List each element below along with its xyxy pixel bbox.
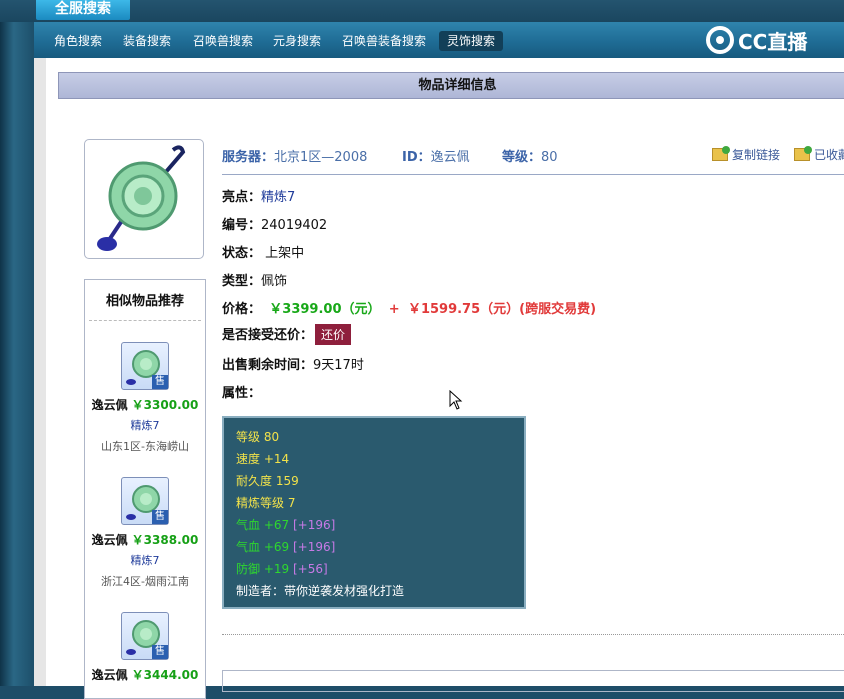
server-value: 北京1区—2008 [274,150,368,165]
item-header: 服务器：北京1区—2008 ID：逸云佩 等级：80 复制链接 已收藏 [222,144,844,175]
number-value: 24019402 [261,218,328,233]
attr-value: 气血 +67 [236,518,290,532]
attr-extra: [+196] [292,518,336,532]
similar-items-title: 相似物品推荐 [89,280,201,321]
favorite-icon [794,146,812,161]
copy-link-label: 复制链接 [732,148,781,162]
copy-link-button[interactable]: 复制链接 [712,146,780,163]
attr-line: 速度 +14 [236,452,290,466]
nav-pet-equip-search[interactable]: 召唤兽装备搜索 [334,31,434,51]
copy-link-icon [712,146,730,161]
attr-line: 气血 +67 [+196] [236,514,512,536]
server-info: 服务器：北京1区—2008 [222,146,367,165]
nav-yuanshen-search[interactable]: 元身搜索 [265,31,329,51]
divider [222,634,844,635]
similar-item-icon[interactable]: 售 [121,477,169,525]
price-label: 价格： [222,302,262,317]
similar-item-refine: 精炼7 [130,554,160,567]
similar-item-icon[interactable]: 售 [121,612,169,660]
status-label: 状态： [222,246,262,261]
left-border [0,22,34,686]
similar-item-price: ￥3388.00 [131,533,199,547]
level-value: 80 [541,150,558,165]
attributes-label: 属性： [222,386,262,401]
counter-offer-button[interactable]: 还价 [315,324,352,345]
remain-label: 出售剩余时间： [222,358,314,373]
price-plus: + [388,302,400,317]
cc-logo-icon [706,26,734,54]
sale-badge: 售 [152,510,168,524]
price-fee: ￥1599.75（元）(跨服交易费) [407,302,597,317]
nav-lingshi-search[interactable]: 灵饰搜索 [439,31,504,51]
similar-item-price: ￥3300.00 [131,398,199,412]
attributes-row: 属性： [222,382,261,401]
sale-badge: 售 [152,645,168,659]
similar-item-refine: 精炼7 [130,419,160,432]
bottom-panel [222,670,844,692]
counter-label: 是否接受还价： [222,328,314,343]
price-main: ￥3399.00（元） [269,302,381,317]
attr-value: 防御 +19 [236,562,290,576]
global-search-tab[interactable]: 全服搜索 [36,0,130,20]
type-row: 类型：佩饰 [222,270,287,289]
attr-line: 制造者：带你逆袭发材强化打造 [236,584,405,598]
panel-title: 物品详细信息 [58,72,844,99]
attr-line: 精炼等级 7 [236,496,296,510]
nav-role-search[interactable]: 角色搜索 [46,31,110,51]
id-info: ID：逸云佩 [402,146,470,165]
similar-item-name[interactable]: 逸云佩 [92,398,128,412]
price-row: 价格： ￥3399.00（元） + ￥1599.75（元）(跨服交易费) [222,298,596,317]
similar-item-name[interactable]: 逸云佩 [92,668,128,682]
item-image [84,139,204,259]
attr-extra: [+196] [292,540,336,554]
similar-item-name[interactable]: 逸云佩 [92,533,128,547]
highlight-row: 亮点：精炼7 [222,186,295,205]
cc-live-logo: CC直播 [706,26,807,54]
attr-value: 气血 +69 [236,540,290,554]
remain-value: 9天17时 [313,358,364,373]
attr-line: 防御 +19 [+56] [236,558,512,580]
similar-item[interactable]: 售 逸云佩 ￥3388.00 精炼7 浙江4区-烟雨江南 [85,477,205,589]
server-label: 服务器： [222,150,275,165]
remain-time-row: 出售剩余时间：9天17时 [222,354,364,373]
attr-line: 气血 +69 [+196] [236,536,512,558]
level-info: 等级：80 [502,146,558,165]
type-value: 佩饰 [261,274,288,289]
search-nav-bar: 角色搜索 装备搜索 召唤兽搜索 元身搜索 召唤兽装备搜索 灵饰搜索 CC直播 [34,22,844,58]
similar-items-panel: 相似物品推荐 售 逸云佩 ￥3300.00 精炼7 山东1区-东海崂山 售 逸云… [84,279,206,699]
similar-item-server: 浙江4区-烟雨江南 [101,575,189,588]
type-label: 类型： [222,274,262,289]
nav-equip-search[interactable]: 装备搜索 [115,31,179,51]
counter-offer-row: 是否接受还价： 还价 [222,324,352,345]
logo-text: CC直播 [738,29,808,54]
status-row: 状态： 上架中 [222,242,304,261]
attributes-box: 等级 80 速度 +14 耐久度 159 精炼等级 7 气血 +67 [+196… [222,416,526,609]
similar-item-icon[interactable]: 售 [121,342,169,390]
jade-pendant-icon [97,145,186,251]
similar-item[interactable]: 售 逸云佩 ￥3300.00 精炼7 山东1区-东海崂山 [85,342,205,454]
main-content: 物品详细信息 相似物品推荐 售 逸云佩 ￥3300.00 精炼7 山东1区-东海… [34,58,844,699]
number-row: 编号：24019402 [222,214,327,233]
similar-item-server: 山东1区-东海崂山 [101,440,189,453]
nav-pet-search[interactable]: 召唤兽搜索 [185,31,261,51]
status-value: 上架中 [265,246,305,261]
level-label: 等级： [502,150,542,165]
similar-item-price: ￥3444.00 [131,668,199,682]
highlight-label: 亮点： [222,190,262,205]
sale-badge: 售 [152,375,168,389]
similar-item[interactable]: 售 逸云佩 ￥3444.00 [85,612,205,683]
favorited-label: 已收藏 [814,148,844,162]
attr-line: 等级 80 [236,430,280,444]
attr-extra: [+56] [292,562,328,576]
favorited-button[interactable]: 已收藏 [794,146,844,163]
id-label: ID： [402,150,431,165]
attr-line: 耐久度 159 [236,474,299,488]
highlight-value: 精炼7 [261,190,296,205]
mouse-cursor-icon [449,390,463,410]
id-value: 逸云佩 [430,150,470,165]
number-label: 编号： [222,218,262,233]
